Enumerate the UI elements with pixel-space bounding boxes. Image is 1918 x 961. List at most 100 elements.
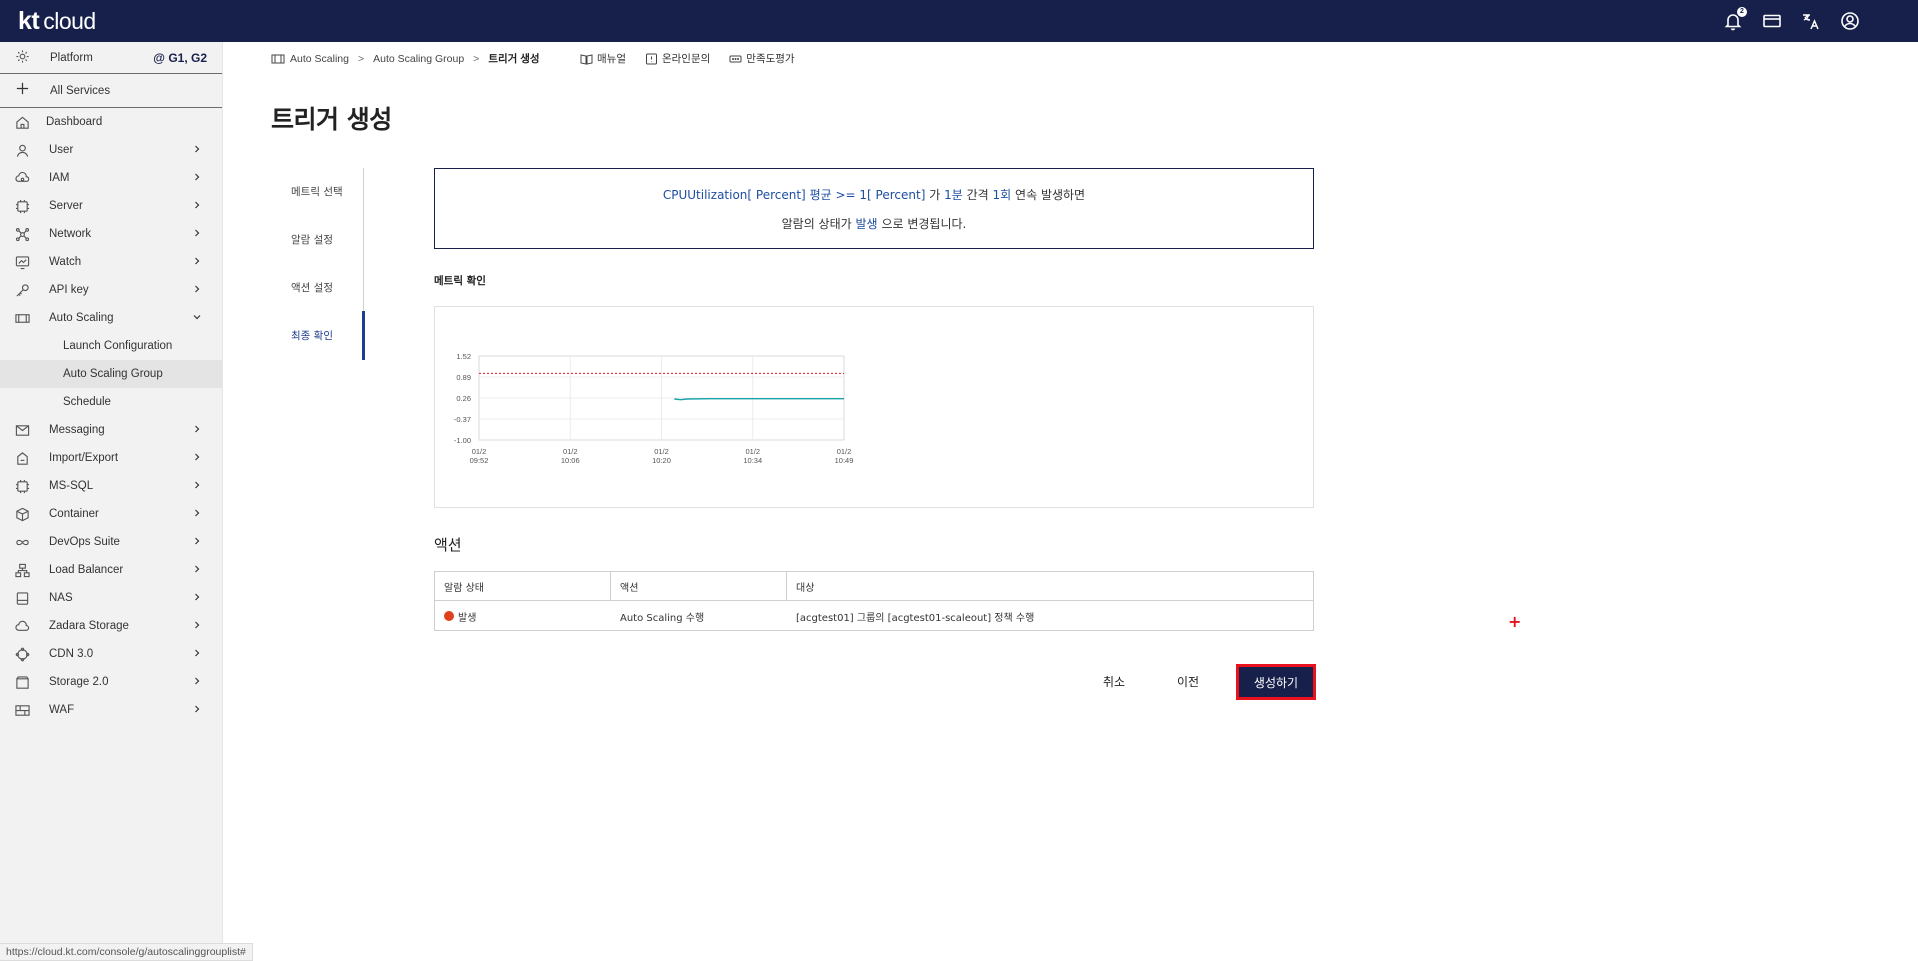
network-icon	[15, 227, 30, 242]
region-selector[interactable]: @ G1, G2	[153, 51, 207, 65]
sidebar-item-server[interactable]: Server	[0, 192, 222, 220]
sidebar-item-import-export[interactable]: Import/Export	[0, 444, 222, 472]
x-tick-date: 01/2	[837, 447, 852, 456]
step-navigation: 메트릭 선택 알람 설정 액션 설정 최종 확인	[274, 168, 365, 360]
sidebar-item-label: Messaging	[49, 424, 105, 436]
prev-button[interactable]: 이전	[1169, 664, 1207, 698]
x-tick-time: 10:20	[652, 456, 671, 465]
sidebar-item-network[interactable]: Network	[0, 220, 222, 248]
language-icon[interactable]	[1801, 11, 1821, 31]
summary-count: 1회	[992, 188, 1012, 202]
sidebar-item-label: WAF	[49, 704, 75, 716]
step-metric-select[interactable]: 메트릭 선택	[291, 184, 343, 199]
metric-chart: 1.520.890.26-0.37-1.0001/209:5201/210:06…	[454, 352, 854, 465]
header-target: 대상	[796, 582, 815, 594]
card-icon[interactable]	[1762, 11, 1782, 31]
logo-cloud: cloud	[43, 7, 96, 34]
survey-link[interactable]: 만족도평가	[729, 51, 795, 66]
user-icon[interactable]	[1840, 11, 1860, 31]
survey-icon	[729, 55, 742, 62]
sidebar-platform[interactable]: Platform @ G1, G2	[0, 42, 222, 74]
sidebar-item-nas[interactable]: NAS	[0, 584, 222, 612]
chevron-right-icon	[192, 452, 202, 462]
chevron-right-icon	[192, 508, 202, 518]
breadcrumb: Auto Scaling > Auto Scaling Group > 트리거 …	[271, 51, 540, 66]
auto-scaling-icon	[15, 311, 30, 326]
row-target: [acgtest01] 그룹의 [acgtest01-scaleout] 정책 …	[796, 612, 1035, 624]
x-tick-date: 01/2	[563, 447, 578, 456]
chevron-right-icon	[192, 564, 202, 574]
summary-line-2: 알람의 상태가 발생 으로 변경됩니다.	[435, 215, 1313, 232]
zadara-storage-icon	[15, 619, 30, 634]
dashboard-label: Dashboard	[46, 116, 103, 128]
cdn-3-0-icon	[15, 647, 30, 662]
sidebar-subitem-label: Launch Configuration	[63, 340, 173, 352]
cancel-button[interactable]: 취소	[1095, 664, 1133, 698]
survey-label: 만족도평가	[746, 53, 795, 65]
chevron-right-icon	[192, 480, 202, 490]
autoscaling-icon	[271, 53, 285, 64]
sidebar-item-container[interactable]: Container	[0, 500, 222, 528]
book-icon	[580, 53, 593, 65]
chevron-down-icon	[192, 312, 202, 322]
step-final-confirm[interactable]: 최종 확인	[291, 328, 333, 343]
sidebar-item-label: MS-SQL	[49, 480, 94, 492]
action-table-header: 알람 상태 액션 대상	[435, 572, 1313, 601]
sidebar-item-cdn-3-0[interactable]: CDN 3.0	[0, 640, 222, 668]
sidebar-item-label: CDN 3.0	[49, 648, 94, 660]
breadcrumb-current: 트리거 생성	[488, 53, 540, 65]
chevron-right-icon	[192, 172, 202, 182]
inquiry-link[interactable]: 온라인문의	[645, 51, 710, 66]
browser-status-url: https://cloud.kt.com/console/g/autoscali…	[0, 943, 253, 961]
sidebar-item-storage-2-0[interactable]: Storage 2.0	[0, 668, 222, 696]
sidebar-subitem-auto-scaling-group[interactable]: Auto Scaling Group	[0, 360, 222, 388]
kt-cloud-logo[interactable]: kt cloud	[18, 7, 96, 36]
sidebar-subitem-launch-configuration[interactable]: Launch Configuration	[0, 332, 222, 360]
sidebar-subitem-schedule[interactable]: Schedule	[0, 388, 222, 416]
sidebar-item-dashboard[interactable]: Dashboard	[0, 108, 222, 136]
summary-metric: CPUUtilization[ Percent]	[662, 188, 806, 202]
alarm-status-dot-icon	[444, 611, 454, 621]
sidebar-item-messaging[interactable]: Messaging	[0, 416, 222, 444]
sidebar-item-waf[interactable]: WAF	[0, 696, 222, 724]
summary-tail: 연속 발생하면	[1015, 188, 1086, 202]
iam-icon	[15, 171, 30, 186]
x-tick-time: 09:52	[470, 456, 489, 465]
step-action-settings[interactable]: 액션 설정	[291, 280, 333, 295]
crosshair-cursor-icon: +	[1508, 612, 1522, 631]
sidebar-item-api-key[interactable]: API key	[0, 276, 222, 304]
sidebar-all-services[interactable]: All Services	[0, 74, 222, 108]
x-tick-time: 10:34	[743, 456, 762, 465]
sidebar-item-iam[interactable]: IAM	[0, 164, 222, 192]
sidebar-item-label: NAS	[49, 592, 73, 604]
row-state-label: 발생	[458, 612, 477, 624]
breadcrumb-auto-scaling[interactable]: Auto Scaling	[290, 53, 349, 65]
page-title: 트리거 생성	[271, 105, 392, 134]
sidebar: Platform @ G1, G2 All Services Dashboard…	[0, 42, 253, 961]
manual-link[interactable]: 매뉴얼	[580, 51, 626, 66]
load-balancer-icon	[15, 563, 30, 578]
breadcrumb-auto-scaling-group[interactable]: Auto Scaling Group	[373, 53, 464, 65]
sidebar-item-user[interactable]: User	[0, 136, 222, 164]
sidebar-item-auto-scaling[interactable]: Auto Scaling	[0, 304, 222, 332]
sidebar-item-load-balancer[interactable]: Load Balancer	[0, 556, 222, 584]
create-button[interactable]: 생성하기	[1236, 664, 1316, 700]
x-tick-date: 01/2	[745, 447, 760, 456]
chevron-right-icon	[192, 424, 202, 434]
sidebar-item-zadara-storage[interactable]: Zadara Storage	[0, 612, 222, 640]
step-alarm-settings[interactable]: 알람 설정	[291, 232, 333, 247]
x-tick-date: 01/2	[472, 447, 487, 456]
row-alarm-state: 발생	[435, 601, 611, 631]
sidebar-item-ms-sql[interactable]: MS-SQL	[0, 472, 222, 500]
top-navigation-bar: kt cloud 2	[0, 0, 1918, 42]
bell-icon[interactable]: 2	[1723, 7, 1747, 31]
sidebar-item-watch[interactable]: Watch	[0, 248, 222, 276]
y-tick-label: 0.26	[456, 394, 471, 403]
y-tick-label: 0.89	[456, 373, 471, 382]
user-icon	[15, 143, 30, 158]
api-key-icon	[15, 283, 30, 298]
sidebar-item-devops-suite[interactable]: DevOps Suite	[0, 528, 222, 556]
home-icon	[15, 115, 30, 130]
sidebar-item-label: Load Balancer	[49, 564, 124, 576]
chevron-right-icon	[192, 144, 202, 154]
